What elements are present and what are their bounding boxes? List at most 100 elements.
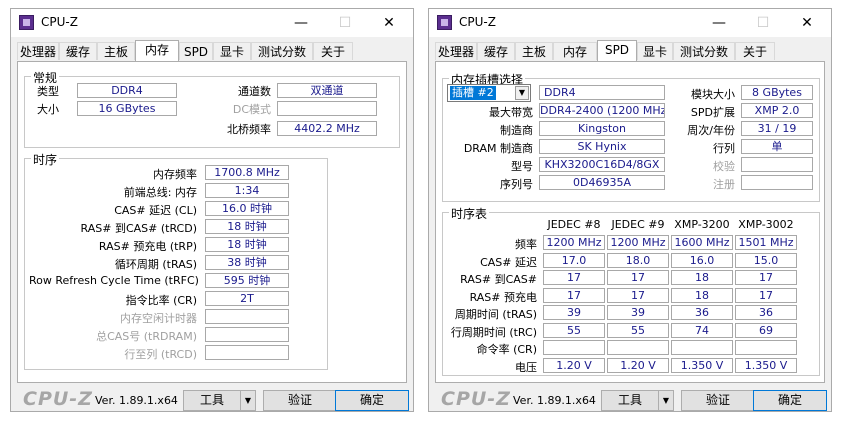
timing-table-cell: 1200 MHz xyxy=(607,235,669,250)
timings-group: 时序 内存频率 1700.8 MHz 前端总线: 内存 1:34 CAS# 延迟 (CL… xyxy=(24,151,328,370)
serial-number-label: 序列号 xyxy=(500,178,533,191)
cpuz-logo: CPU-Z xyxy=(23,388,93,410)
timing-table-cell: 15.0 xyxy=(735,252,797,268)
ranks-label: 行列 xyxy=(713,142,735,155)
timing-table-cell: 74 xyxy=(671,322,733,338)
tab-mainboard[interactable]: 主板 xyxy=(515,42,553,60)
tab-processor[interactable]: 处理器 xyxy=(17,42,59,60)
timing-table-cell: 17 xyxy=(543,270,605,285)
tab-processor[interactable]: 处理器 xyxy=(435,42,477,60)
timing-value: 595 时钟 xyxy=(205,273,289,288)
tools-button[interactable]: 工具 xyxy=(601,390,659,411)
timing-table-cell xyxy=(735,340,797,355)
slot-group: 内存插槽选择 插槽 #2 ▼ DDR4 模块大小 8 GBytes 最大带宽 D… xyxy=(442,71,820,202)
size-label: 大小 xyxy=(37,103,59,116)
title-bar[interactable]: CPU-Z — ☐ ✕ xyxy=(11,9,413,37)
timing-table-cell xyxy=(543,340,605,355)
registered-value xyxy=(741,175,813,190)
timing-table-cell: 39 xyxy=(607,305,669,320)
channels-label: 通道数 xyxy=(238,85,271,98)
timing-table-cell: 55 xyxy=(607,322,669,338)
minimize-icon[interactable]: — xyxy=(281,12,321,34)
tab-spd[interactable]: SPD xyxy=(597,40,637,61)
ranks-value: 单 xyxy=(741,139,813,154)
column-header: XMP-3002 xyxy=(738,218,794,231)
timing-table-cell: 1501 MHz xyxy=(735,235,797,250)
timing-table-row-label: 命令率 (CR) xyxy=(476,343,537,356)
ok-button[interactable]: 确定 xyxy=(753,390,827,411)
type-label: 类型 xyxy=(37,85,59,98)
tab-graphics[interactable]: 显卡 xyxy=(637,42,673,60)
tab-bench[interactable]: 测试分数 xyxy=(673,42,735,60)
footer-bar: CPU-Z Ver. 1.89.1.x64 工具 ▼ 验证 确定 xyxy=(11,386,413,412)
tools-dropdown-arrow-icon[interactable]: ▼ xyxy=(240,390,256,411)
spd-ext-label: SPD扩展 xyxy=(690,106,735,119)
spd-panel: 内存插槽选择 插槽 #2 ▼ DDR4 模块大小 8 GBytes 最大带宽 D… xyxy=(435,61,825,383)
tab-cache[interactable]: 缓存 xyxy=(59,42,97,60)
timing-table-cell: 36 xyxy=(671,305,733,320)
maximize-icon: ☐ xyxy=(338,15,352,31)
timing-table-cell: 17 xyxy=(735,270,797,285)
checksum-value xyxy=(741,157,813,172)
close-icon[interactable]: ✕ xyxy=(787,12,827,34)
timing-value: 38 时钟 xyxy=(205,255,289,270)
timing-table-cell xyxy=(671,340,733,355)
timing-label: 内存空闲计时器 xyxy=(120,312,197,325)
maximize-icon: ☐ xyxy=(756,15,770,31)
cpuz-window-spd: CPU-Z — ☐ ✕ 处理器 缓存 主板 内存 SPD 显卡 测试分数 关于 … xyxy=(428,8,832,412)
part-number-value: KHX3200C16D4/8GX xyxy=(539,157,665,172)
tab-spd[interactable]: SPD xyxy=(179,42,213,60)
timing-table-row-label: 周期时间 (tRAS) xyxy=(454,308,537,321)
module-size-label: 模块大小 xyxy=(691,88,735,101)
tools-dropdown-arrow-icon[interactable]: ▼ xyxy=(658,390,674,411)
tools-button[interactable]: 工具 xyxy=(183,390,241,411)
minimize-icon[interactable]: — xyxy=(699,12,739,34)
dram-manufacturer-label: DRAM 制造商 xyxy=(463,142,533,155)
timing-label: 循环周期 (tRAS) xyxy=(114,258,197,271)
timing-table-row-label: RAS# 预充电 xyxy=(469,290,537,304)
window-title: CPU-Z xyxy=(459,15,496,29)
timing-label: 总CAS号 (tRDRAM) xyxy=(96,330,197,343)
validate-button[interactable]: 验证 xyxy=(681,390,755,411)
window-title: CPU-Z xyxy=(41,15,78,29)
timing-value: 1700.8 MHz xyxy=(205,165,289,180)
tab-graphics[interactable]: 显卡 xyxy=(213,42,251,60)
nb-freq-value: 4402.2 MHz xyxy=(277,121,377,136)
general-group: 常规 类型 DDR4 大小 16 GBytes 通道数 双通道 DC模式 北桥频… xyxy=(24,69,400,148)
timing-table-cell: 39 xyxy=(543,305,605,320)
timing-table-group: 时序表 JEDEC #8 JEDEC #9 XMP-3200 XMP-3002 … xyxy=(442,205,820,376)
tab-bench[interactable]: 测试分数 xyxy=(251,42,313,60)
cpuz-app-icon xyxy=(19,15,34,30)
timing-value xyxy=(205,345,289,360)
cpuz-window-memory: CPU-Z — ☐ ✕ 处理器 缓存 主板 内存 SPD 显卡 测试分数 关于 … xyxy=(10,8,414,412)
title-bar[interactable]: CPU-Z — ☐ ✕ xyxy=(429,9,831,37)
tab-memory[interactable]: 内存 xyxy=(553,42,597,60)
timing-table-cell: 1600 MHz xyxy=(671,235,733,250)
tab-cache[interactable]: 缓存 xyxy=(477,42,515,60)
timing-table-cell: 1200 MHz xyxy=(543,235,605,250)
tab-memory[interactable]: 内存 xyxy=(135,40,179,61)
column-header: JEDEC #8 xyxy=(547,218,601,231)
slot-select[interactable]: 插槽 #2 ▼ xyxy=(447,84,531,102)
timing-table-cell: 17.0 xyxy=(543,252,605,268)
timing-table-row-label: 行周期时间 (tRC) xyxy=(450,325,537,339)
timing-label: 前端总线: 内存 xyxy=(123,186,197,199)
ok-button[interactable]: 确定 xyxy=(335,390,409,411)
close-icon[interactable]: ✕ xyxy=(369,12,409,34)
cpuz-app-icon xyxy=(437,15,452,30)
spd-type-value: DDR4 xyxy=(539,85,665,100)
timing-label: RAS# 预充电 (tRP) xyxy=(98,240,197,253)
validate-button[interactable]: 验证 xyxy=(263,390,337,411)
tab-about[interactable]: 关于 xyxy=(313,42,353,60)
timing-table-row-label: 频率 xyxy=(515,238,537,251)
tab-about[interactable]: 关于 xyxy=(735,42,775,60)
timing-label: 内存频率 xyxy=(153,168,197,181)
tab-mainboard[interactable]: 主板 xyxy=(97,42,135,60)
timing-table-cell: 17 xyxy=(607,287,669,303)
column-header: JEDEC #9 xyxy=(611,218,665,231)
week-year-label: 周次/年份 xyxy=(687,124,735,137)
chevron-down-icon[interactable]: ▼ xyxy=(515,86,529,100)
max-bandwidth-value: DDR4-2400 (1200 MHz) xyxy=(539,103,665,118)
manufacturer-value: Kingston xyxy=(539,121,665,136)
timing-table-cell: 17 xyxy=(543,287,605,303)
